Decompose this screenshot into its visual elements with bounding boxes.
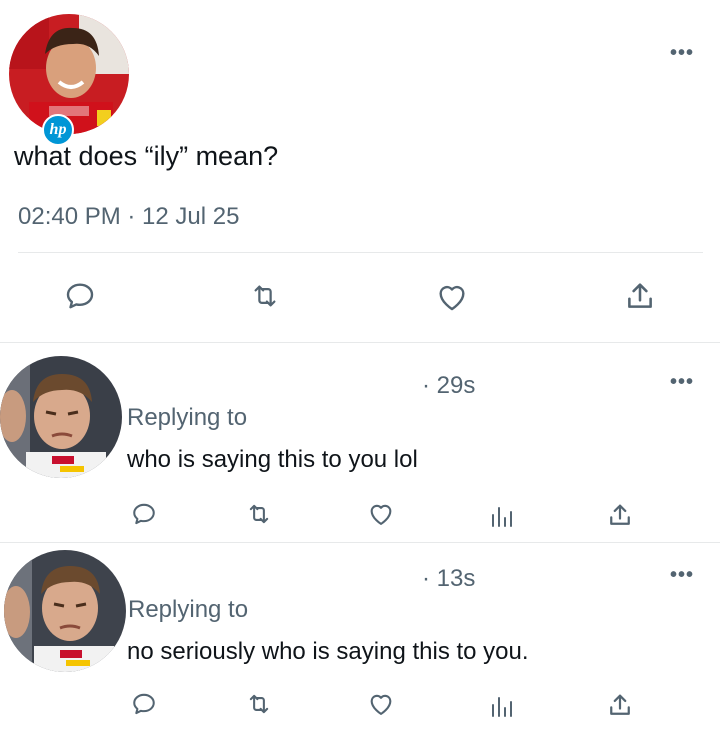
- retweet-icon: [254, 285, 276, 307]
- share-button[interactable]: [603, 688, 637, 722]
- like-icon: [439, 285, 465, 311]
- avatar[interactable]: [4, 550, 126, 672]
- like-icon: [370, 504, 392, 525]
- like-button[interactable]: [430, 278, 474, 316]
- divider: [0, 342, 720, 343]
- divider: [18, 252, 703, 253]
- share-button[interactable]: [603, 498, 637, 532]
- avatar-image: [4, 550, 126, 672]
- retweet-icon: [249, 504, 269, 524]
- replying-to-label: Replying to: [128, 596, 249, 623]
- tweet-timestamp: 02:40 PM · 12 Jul 25: [18, 203, 240, 230]
- views-icon: [492, 507, 512, 527]
- share-icon: [610, 504, 630, 525]
- avatar-image: [0, 356, 122, 478]
- reply-time: · 13s: [422, 565, 476, 592]
- reply-text: no seriously who is saying this to you.: [127, 638, 529, 665]
- retweet-button[interactable]: [242, 688, 276, 720]
- like-button[interactable]: [364, 688, 398, 720]
- views-button[interactable]: [484, 498, 518, 532]
- reply-text: who is saying this to you lol: [127, 446, 418, 473]
- divider: [0, 542, 720, 543]
- replying-to-label: Replying to: [127, 404, 248, 431]
- reply-button[interactable]: [127, 688, 161, 720]
- share-icon: [628, 283, 652, 308]
- like-icon: [370, 694, 392, 715]
- avatar[interactable]: [9, 14, 129, 134]
- more-options-icon[interactable]: •••: [670, 42, 694, 65]
- reply-icon: [66, 283, 94, 309]
- retweet-button[interactable]: [243, 278, 287, 314]
- reply-button[interactable]: [127, 498, 161, 530]
- reply-button[interactable]: [58, 278, 102, 314]
- hp-badge-label: hp: [49, 121, 67, 138]
- views-button[interactable]: [484, 688, 518, 722]
- retweet-button[interactable]: [242, 498, 276, 530]
- reply-icon: [133, 693, 155, 715]
- views-icon: [492, 697, 512, 717]
- reply-icon: [133, 503, 155, 525]
- more-options-icon[interactable]: •••: [670, 564, 694, 587]
- retweet-icon: [249, 694, 269, 714]
- avatar-image: [9, 14, 129, 134]
- reply-time: · 29s: [422, 372, 476, 399]
- tweet-text: what does “ily” mean?: [14, 141, 279, 171]
- more-options-icon[interactable]: •••: [670, 371, 694, 394]
- avatar[interactable]: [0, 356, 122, 478]
- share-button[interactable]: [618, 276, 662, 316]
- share-icon: [610, 694, 630, 715]
- like-button[interactable]: [364, 498, 398, 530]
